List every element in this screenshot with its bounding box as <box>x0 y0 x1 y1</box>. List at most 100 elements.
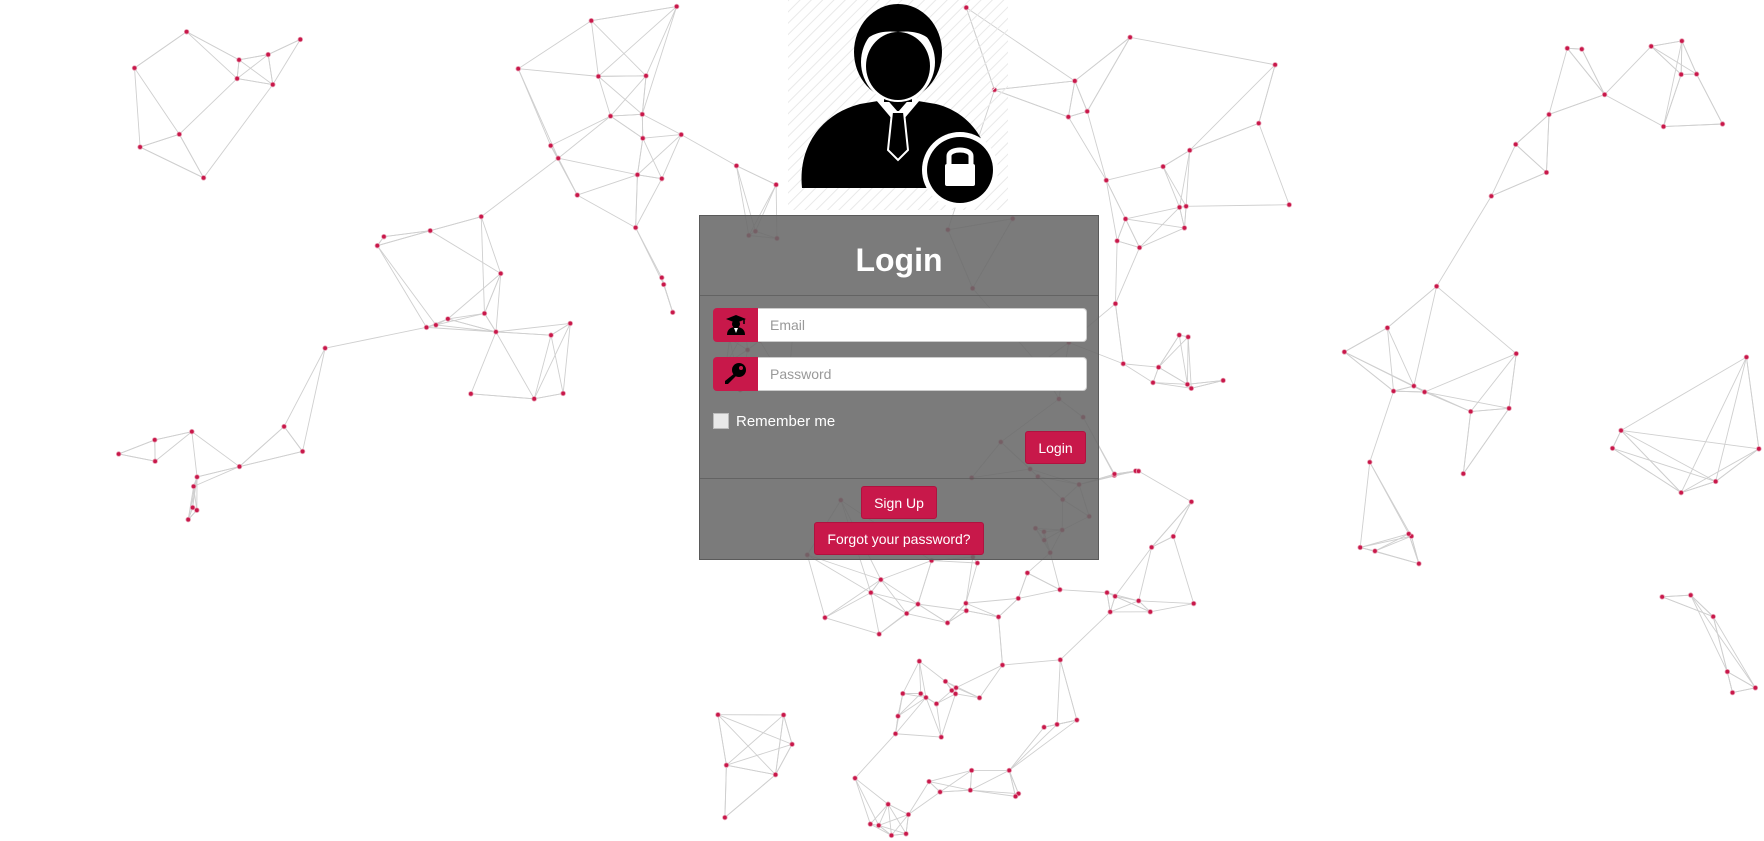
network-link <box>680 134 737 167</box>
login-button[interactable]: Login <box>1025 431 1086 464</box>
network-node <box>1579 46 1585 52</box>
network-node <box>189 428 195 435</box>
email-field[interactable] <box>758 308 1087 342</box>
network-link <box>302 348 326 452</box>
network-link <box>641 6 678 115</box>
network-node <box>1176 332 1182 338</box>
network-link <box>897 693 922 717</box>
network-node <box>1601 91 1608 98</box>
user-lock-icon <box>788 0 1008 210</box>
network-link <box>283 347 326 427</box>
network-link <box>661 134 682 179</box>
network-node <box>1155 364 1162 370</box>
network-link <box>376 245 437 326</box>
network-node <box>974 560 981 566</box>
network-node <box>1181 225 1188 231</box>
network-link <box>940 789 971 793</box>
network-node <box>878 576 884 583</box>
network-link <box>1424 353 1517 393</box>
network-link <box>1663 123 1723 128</box>
network-link <box>1726 671 1733 693</box>
network-link <box>550 335 564 394</box>
network-link <box>1386 327 1394 392</box>
network-link <box>1158 334 1180 368</box>
network-node <box>1421 389 1428 395</box>
network-link <box>1732 687 1756 694</box>
network-link <box>597 76 611 117</box>
network-link <box>854 778 871 825</box>
network-link <box>139 133 180 148</box>
password-field[interactable] <box>758 357 1087 391</box>
network-link <box>178 134 204 179</box>
network-link <box>965 597 1019 604</box>
network-node <box>1357 544 1363 551</box>
sign-up-button[interactable]: Sign Up <box>861 486 937 519</box>
network-link <box>824 617 880 635</box>
network-node <box>1543 169 1550 176</box>
network-node <box>433 322 439 328</box>
network-link <box>1067 80 1076 117</box>
network-node <box>555 155 561 161</box>
network-node <box>952 691 959 697</box>
network-link <box>642 138 663 179</box>
network-link <box>939 770 972 793</box>
network-link <box>1138 600 1194 604</box>
network-node <box>999 662 1006 668</box>
network-link <box>965 557 974 604</box>
network-node <box>1659 594 1665 600</box>
network-node <box>265 51 271 58</box>
network-link <box>1189 64 1276 151</box>
network-link <box>187 476 198 520</box>
network-link <box>1690 594 1714 617</box>
network-node <box>1693 71 1700 77</box>
network-node <box>1136 244 1143 251</box>
network-node <box>722 814 728 821</box>
network-node <box>1190 600 1197 607</box>
network-link <box>917 560 932 605</box>
network-node <box>1752 685 1759 691</box>
network-node <box>938 734 944 740</box>
network-link <box>447 273 502 320</box>
network-link <box>1106 592 1111 612</box>
network-link <box>1386 327 1415 387</box>
network-node <box>1719 121 1726 127</box>
network-node <box>773 181 779 188</box>
network-node <box>1015 595 1021 602</box>
network-link <box>870 592 907 614</box>
network-node <box>937 789 943 795</box>
network-link <box>118 439 155 455</box>
network-node <box>789 741 795 747</box>
network-link <box>736 165 777 186</box>
network-link <box>1663 40 1683 127</box>
network-link <box>236 59 240 79</box>
network-link <box>191 431 240 467</box>
network-link <box>880 579 919 605</box>
network-node <box>1104 589 1110 596</box>
network-link <box>1470 407 1510 412</box>
network-link <box>610 115 644 139</box>
remember-me-checkbox[interactable] <box>713 413 729 429</box>
network-node <box>567 320 573 327</box>
network-link <box>726 714 784 766</box>
network-link <box>1387 285 1437 329</box>
forgot-password-button[interactable]: Forgot your password? <box>814 522 984 555</box>
network-link <box>635 174 638 228</box>
network-node <box>548 332 554 338</box>
network-node <box>1160 163 1166 170</box>
network-node <box>270 81 276 88</box>
network-link <box>283 426 303 452</box>
network-link <box>1436 195 1492 287</box>
network-node <box>968 767 975 774</box>
network-link <box>1680 40 1683 75</box>
network-node <box>1546 111 1552 118</box>
network-node <box>900 690 906 697</box>
network-link <box>1151 501 1192 548</box>
network-link <box>1393 385 1414 392</box>
network-node <box>1185 334 1191 340</box>
network-link <box>591 6 677 22</box>
network-node <box>297 36 304 43</box>
network-link <box>641 114 644 139</box>
network-link <box>1179 207 1185 229</box>
network-node <box>560 390 566 397</box>
network-node <box>905 811 912 818</box>
